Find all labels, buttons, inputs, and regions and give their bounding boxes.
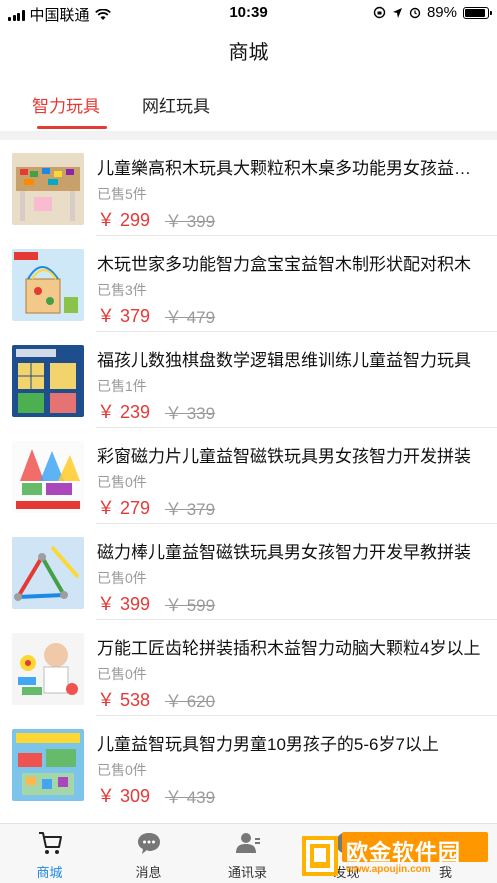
tabbar-item-contacts[interactable]: 通讯录: [198, 824, 297, 883]
sale-price: ￥ 279: [97, 498, 151, 518]
sold-count: 已售5件: [97, 186, 147, 202]
page-title: 商城: [228, 42, 269, 64]
product-list: 儿童樂高积木玩具大颗粒积木桌多功能男女孩益智拼装 已售5件 ￥ 299 ￥ 39…: [0, 140, 497, 812]
sold-count: 已售0件: [97, 762, 147, 778]
product-item[interactable]: 儿童樂高积木玩具大颗粒积木桌多功能男女孩益智拼装 已售5件 ￥ 299 ￥ 39…: [0, 140, 497, 236]
tabbar-label: 商城: [36, 865, 63, 880]
site-watermark: 欧金软件园 www.apoujin.com: [300, 832, 492, 880]
chat-bubble-icon: [138, 833, 160, 854]
sale-price: ￥ 299: [97, 210, 151, 230]
sold-count: 已售0件: [97, 570, 147, 586]
tab-puzzle-toys[interactable]: 智力玩具: [32, 92, 100, 117]
location-icon: [392, 7, 402, 18]
product-image: [12, 153, 84, 225]
product-title[interactable]: 儿童益智玩具智力男童10男孩子的5-6岁7以上: [97, 730, 485, 755]
original-price: ￥ 339: [165, 404, 216, 423]
sale-price: ￥ 309: [97, 786, 151, 806]
product-item[interactable]: 木玩世家多功能智力盒宝宝益智木制形状配对积木 已售3件 ￥ 379 ￥ 479: [0, 236, 497, 332]
tabbar-item-mall[interactable]: 商城: [0, 824, 99, 883]
tabbar-item-messages[interactable]: 消息: [99, 824, 198, 883]
product-title[interactable]: 磁力棒儿童益智磁铁玩具男女孩智力开发早教拼装: [97, 538, 485, 563]
product-title[interactable]: 福孩儿数独棋盘数学逻辑思维训练儿童益智力玩具: [97, 346, 485, 371]
product-image: [12, 249, 84, 321]
product-image: [12, 441, 84, 513]
sale-price: ￥ 399: [97, 594, 151, 614]
contacts-icon: [236, 833, 260, 853]
product-image: [12, 345, 84, 417]
sold-count: 已售1件: [97, 378, 147, 394]
sale-price: ￥ 538: [97, 690, 151, 710]
cart-icon: [39, 832, 62, 854]
sold-count: 已售0件: [97, 474, 147, 490]
battery-percent: 89%: [426, 4, 457, 21]
active-tab-indicator: [37, 126, 107, 129]
product-item[interactable]: 万能工匠齿轮拼装插积木益智力动脑大颗粒4岁以上 已售0件 ￥ 538 ￥ 620: [0, 620, 497, 716]
product-title[interactable]: 彩窗磁力片儿童益智磁铁玩具男女孩智力开发拼装: [97, 442, 485, 467]
alarm-icon: [409, 7, 421, 19]
sale-price: ￥ 239: [97, 402, 151, 422]
original-price: ￥ 599: [165, 596, 216, 615]
product-item[interactable]: 彩窗磁力片儿童益智磁铁玩具男女孩智力开发拼装 已售0件 ￥ 279 ￥ 379: [0, 428, 497, 524]
product-image: [12, 729, 84, 801]
original-price: ￥ 479: [165, 308, 216, 327]
product-image: [12, 537, 84, 609]
product-title[interactable]: 木玩世家多功能智力盒宝宝益智木制形状配对积木: [97, 250, 485, 275]
watermark-url: www.apoujin.com: [346, 864, 431, 875]
sold-count: 已售3件: [97, 282, 147, 298]
status-right: 89%: [373, 4, 492, 21]
tab-trending-toys[interactable]: 网红玩具: [142, 92, 210, 117]
section-divider: [0, 131, 497, 140]
product-item[interactable]: 福孩儿数独棋盘数学逻辑思维训练儿童益智力玩具 已售1件 ￥ 239 ￥ 339: [0, 332, 497, 428]
sale-price: ￥ 379: [97, 306, 151, 326]
product-title[interactable]: 万能工匠齿轮拼装插积木益智力动脑大颗粒4岁以上: [97, 634, 485, 659]
status-bar: 中国联通 10:39 89%: [0, 0, 497, 26]
orientation-lock-icon: [373, 6, 386, 19]
product-title[interactable]: 儿童樂高积木玩具大颗粒积木桌多功能男女孩益智拼装: [97, 154, 485, 179]
watermark-text: 欧金软件园: [346, 840, 462, 865]
tabbar-label: 消息: [135, 865, 162, 880]
sold-count: 已售0件: [97, 666, 147, 682]
original-price: ￥ 379: [165, 500, 216, 519]
original-price: ￥ 620: [165, 692, 216, 711]
tabbar-label: 通讯录: [227, 865, 267, 880]
category-tabs: 智力玩具 网红玩具: [0, 82, 497, 129]
product-item[interactable]: 磁力棒儿童益智磁铁玩具男女孩智力开发早教拼装 已售0件 ￥ 399 ￥ 599: [0, 524, 497, 620]
product-image: [12, 633, 84, 705]
original-price: ￥ 399: [165, 212, 216, 231]
product-item[interactable]: 儿童益智玩具智力男童10男孩子的5-6岁7以上 已售0件 ￥ 309 ￥ 439: [0, 716, 497, 812]
watermark-logo-icon: [302, 836, 338, 876]
original-price: ￥ 439: [165, 788, 216, 807]
battery-icon: [463, 6, 492, 19]
